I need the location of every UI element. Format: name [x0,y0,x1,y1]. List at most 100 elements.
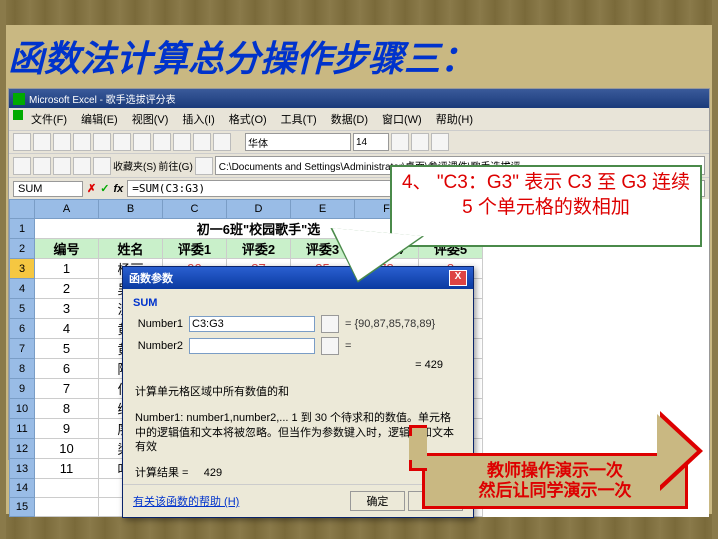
excel-titlebar: Microsoft Excel - 歌手选拔评分表 [9,89,709,108]
desc2-label: Number1: [135,412,183,424]
callout-box: 4、 "C3：G3" 表示 C3 至 G3 连续 5 个单元格的数相加 [390,165,702,247]
callout-to: 至 [597,172,616,193]
favorites-label[interactable]: 收藏夹(S) [113,158,156,173]
redo-button[interactable] [213,133,231,151]
header-j1[interactable]: 评委1 [163,239,227,259]
folder-icon [195,157,213,175]
callout-tail [328,228,422,286]
decorative-border-right [712,0,718,539]
decorative-border-left [0,0,6,539]
menu-insert[interactable]: 插入(I) [176,110,220,128]
callout-quote: "C3：G3" [437,172,519,193]
help-link[interactable]: 有关该函数的帮助 (H) [133,493,239,509]
row-1-header[interactable]: 1 [10,219,35,239]
callout-5: 5 [462,197,473,218]
menubar: 文件(F) 编辑(E) 视图(V) 插入(I) 格式(O) 工具(T) 数据(D… [9,108,709,130]
go-label[interactable]: 前往(G) [158,158,192,173]
name-box[interactable]: SUM [13,181,83,197]
arrow-tail [409,425,427,471]
arg2-input[interactable] [189,338,315,354]
select-all-corner[interactable] [10,200,35,219]
slide-title: 函数法计算总分操作步骤三： [8,30,476,82]
undo-button[interactable] [193,133,211,151]
menu-view[interactable]: 视图(V) [126,110,175,128]
fx-icon[interactable]: fx [113,183,123,195]
menu-help[interactable]: 帮助(H) [430,110,479,128]
arrow-line1: 教师操作演示一次 [479,461,632,481]
formula-result: = 429 [133,359,463,371]
bold-button[interactable] [391,133,409,151]
desc2-text: number1,number2,... 1 到 30 个待求和的数值。单元格中的… [135,412,454,453]
stop-button[interactable] [53,157,71,175]
col-a[interactable]: A [35,200,99,219]
dialog-close-button[interactable]: X [449,270,467,286]
row-2-header[interactable]: 2 [10,239,35,259]
calc-result-label: 计算结果 = [135,467,188,479]
home-button[interactable] [93,157,111,175]
refresh-button[interactable] [73,157,91,175]
row-4-header[interactable]: 4 [10,279,35,299]
arg1-input[interactable] [189,316,315,332]
dialog-desc1: 计算单元格区域中所有数值的和 [123,379,473,405]
menu-edit[interactable]: 编辑(E) [75,110,124,128]
save-button[interactable] [53,133,71,151]
excel-title-text: Microsoft Excel - 歌手选拔评分表 [29,91,176,106]
menu-format[interactable]: 格式(O) [223,110,273,128]
dialog-title: 函数参数 [129,270,173,286]
function-name: SUM [133,297,463,309]
standard-toolbar [9,130,709,153]
enter-formula-icon[interactable]: ✓ [100,182,109,195]
spell-button[interactable] [113,133,131,151]
header-name[interactable]: 姓名 [99,239,163,259]
excel-icon [13,93,25,105]
callout-c3: C3 [568,172,592,193]
preview-button[interactable] [93,133,111,151]
callout-g3: G3 [621,172,646,193]
menu-file[interactable]: 文件(F) [25,110,73,128]
menu-data[interactable]: 数据(D) [325,110,374,128]
font-selector[interactable] [245,133,351,151]
arg-row-1: Number1 = {90,87,85,78,89} [133,315,463,333]
calc-result-value: 429 [204,467,222,479]
arg1-range-picker-icon[interactable] [321,315,339,333]
dialog-body: SUM Number1 = {90,87,85,78,89} Number2 =… [123,289,473,379]
back-button[interactable] [13,157,31,175]
arrow-head [657,414,697,488]
open-button[interactable] [33,133,51,151]
arg2-result: = [345,340,351,352]
callout-num: 4、 [402,172,432,193]
col-e[interactable]: E [291,200,355,219]
underline-button[interactable] [431,133,449,151]
ok-button[interactable]: 确定 [350,491,405,511]
callout-t2: 个单元格的数相加 [478,197,630,218]
cell[interactable]: 1 [35,259,99,279]
arg1-result: = {90,87,85,78,89} [345,318,435,330]
decorative-border-top [0,0,718,25]
font-size-selector[interactable] [353,133,389,151]
arrow-line2: 然后让同学演示一次 [479,481,632,501]
header-j2[interactable]: 评委2 [227,239,291,259]
paste-button[interactable] [173,133,191,151]
cell[interactable]: 2 [35,279,99,299]
instruction-arrow: 教师操作演示一次 然后让同学演示一次 [422,453,688,509]
menu-tools[interactable]: 工具(T) [275,110,323,128]
new-button[interactable] [13,133,31,151]
arg2-range-picker-icon[interactable] [321,337,339,355]
callout-t1: 连续 [652,172,690,193]
menu-window[interactable]: 窗口(W) [376,110,428,128]
arg1-label: Number1 [133,318,183,330]
header-id[interactable]: 编号 [35,239,99,259]
forward-button[interactable] [33,157,51,175]
italic-button[interactable] [411,133,429,151]
callout-mid: 表示 [524,172,562,193]
row-3-header[interactable]: 3 [10,259,35,279]
col-c[interactable]: C [163,200,227,219]
cancel-formula-icon[interactable]: ✗ [87,182,96,195]
cut-button[interactable] [133,133,151,151]
excel-app-icon [13,110,23,120]
print-button[interactable] [73,133,91,151]
col-d[interactable]: D [227,200,291,219]
copy-button[interactable] [153,133,171,151]
col-b[interactable]: B [99,200,163,219]
dialog-footer: 有关该函数的帮助 (H) 确定 取消 [123,484,473,517]
